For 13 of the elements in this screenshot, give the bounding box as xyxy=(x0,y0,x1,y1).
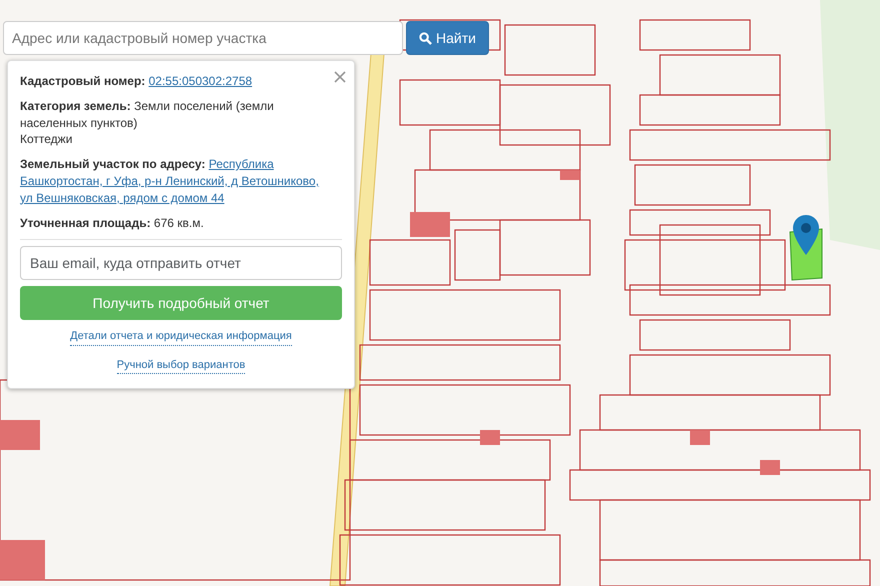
search-field[interactable]: Адрес или кадастровый номер участка xyxy=(3,21,403,55)
field-note: Коттеджи xyxy=(20,131,74,148)
email-field[interactable]: Ваш email, куда отправить отчет xyxy=(20,246,342,280)
location-pin-icon[interactable] xyxy=(792,214,820,256)
field-text: Уточненная площадь: 676 кв.м. xyxy=(20,214,205,232)
field-text: Категория земель: Земли поселений (земли населенных пунктов) xyxy=(20,98,275,132)
close-icon xyxy=(334,70,346,83)
field-text-with-link[interactable]: Земельный участок по адресу: Республика Башкортостан, г Уфа, р-н Ленинский, д Ветошниково, ул Вешняковская, рядом с домом 44 xyxy=(20,156,328,207)
search-icon xyxy=(419,32,432,44)
report-link[interactable]: Детали отчета и юридическая информация xyxy=(70,329,292,346)
report-link[interactable]: Ручной выбор вариантов xyxy=(116,358,246,374)
search-button[interactable]: Найти xyxy=(406,21,489,55)
field-text-with-link[interactable]: Кадастровый номер: 02:55:050302:2758 xyxy=(20,73,328,90)
